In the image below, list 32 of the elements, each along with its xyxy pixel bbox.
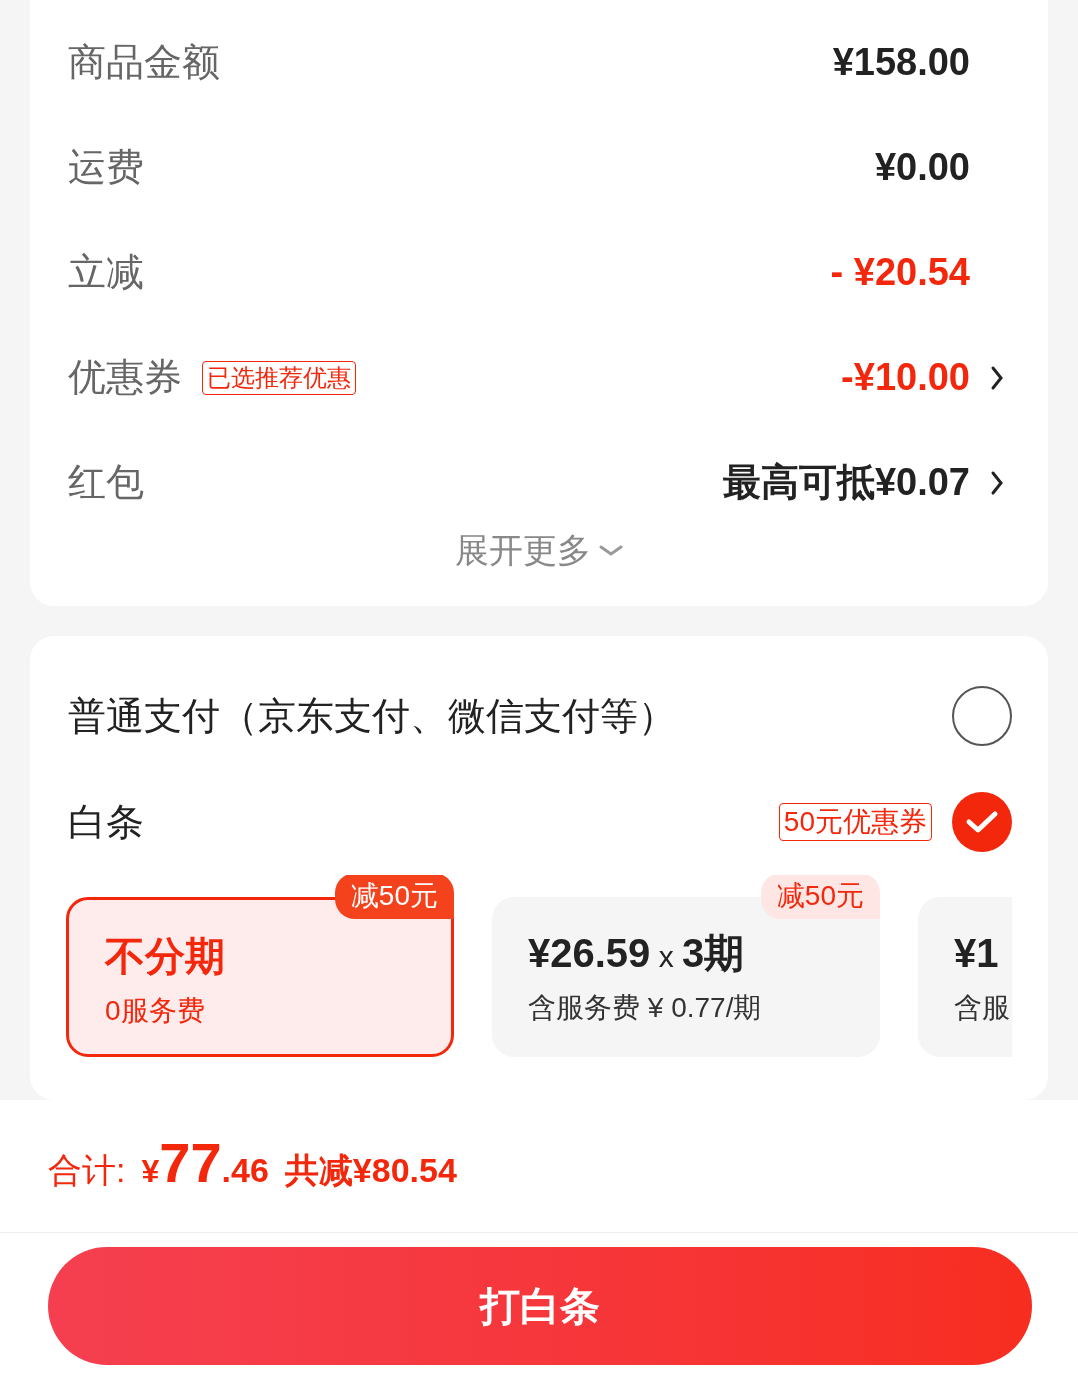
chevron-down-icon <box>599 543 623 558</box>
total-savings: 共减¥80.54 <box>284 1150 457 1191</box>
coupon-tag: 50元优惠券 <box>778 803 932 841</box>
row-value: ¥158.00 <box>832 40 970 85</box>
discount-badge: 减50元 <box>334 875 454 919</box>
row-value: 最高可抵¥0.07 <box>722 460 970 505</box>
radio-checked[interactable] <box>952 792 1012 852</box>
radio-unchecked[interactable] <box>952 686 1012 746</box>
plan-title: ¥1 <box>954 930 1000 977</box>
row-value: - ¥20.54 <box>830 250 970 295</box>
total-label: 合计: <box>48 1150 126 1191</box>
plan-subtitle: 含服 <box>954 991 1011 1025</box>
installment-option[interactable]: ¥1 含服 <box>918 897 1012 1057</box>
plan-subtitle: 含服务费 ¥ 0.77/期 <box>528 991 763 1025</box>
row-label: 商品金额 <box>68 40 220 85</box>
coupon-tag: 已选推荐优惠 <box>202 360 356 395</box>
expand-more-button[interactable]: 展开更多 <box>455 525 623 576</box>
row-label: 红包 <box>68 460 144 505</box>
discount-badge: 减50元 <box>760 875 880 919</box>
check-icon <box>965 809 999 835</box>
submit-button[interactable]: 打白条 <box>48 1247 1032 1365</box>
row-label: 立减 <box>68 250 144 295</box>
plan-title: 不分期 <box>105 933 226 980</box>
plan-subtitle: 0服务费 <box>105 994 206 1028</box>
total-amount: ¥77.46 <box>141 1135 269 1196</box>
row-label: 优惠券 <box>68 355 182 400</box>
payment-option-label[interactable]: 普通支付（京东支付、微信支付等） <box>68 687 676 745</box>
row-label: 运费 <box>68 145 144 190</box>
row-value: -¥10.00 <box>841 355 970 400</box>
row-value: ¥0.00 <box>874 145 970 190</box>
payment-option-label[interactable]: 白条 <box>68 793 144 851</box>
plan-title: ¥26.59 x 3期 <box>528 930 746 977</box>
